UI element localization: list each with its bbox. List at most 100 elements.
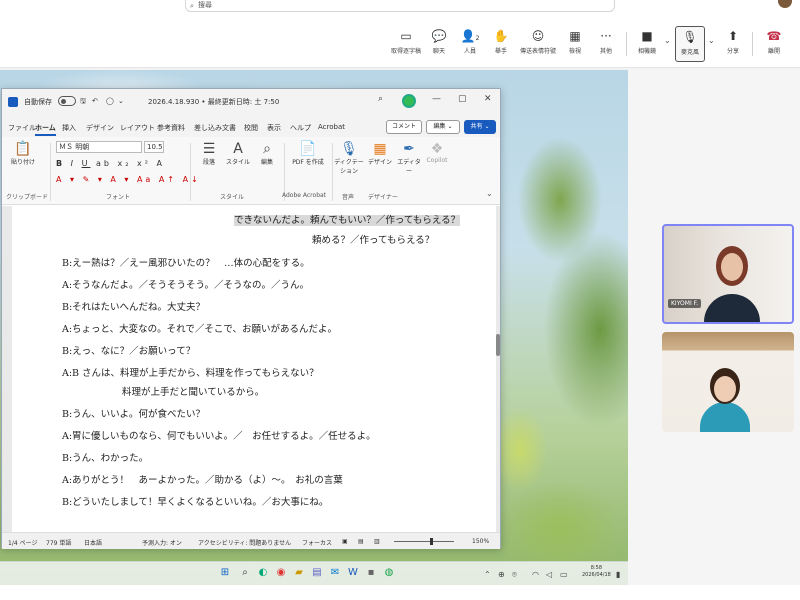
battery-icon[interactable]: ▭ (560, 570, 568, 579)
speaker-icon[interactable]: ◁ (546, 570, 552, 579)
style-button[interactable]: A スタイル (224, 141, 252, 166)
tray-chevron-icon[interactable]: ⌃ (484, 570, 491, 579)
accessibility-status[interactable]: アクセシビリティ: 問題ありません (198, 538, 291, 547)
dictation-button[interactable]: 🎙 ディクテーション (334, 141, 364, 175)
font-size-select[interactable]: 10.5 (144, 141, 164, 153)
tab-review[interactable]: 校閲 (244, 123, 258, 133)
format-buttons-row[interactable]: B I U ab x₂ x² A (56, 159, 165, 168)
document-title[interactable]: 2026.4.18.930 • 最終更新日時: 土 7:50 (148, 97, 279, 107)
notification-icon[interactable]: ▮ (616, 570, 620, 579)
page-count[interactable]: 1/4 ページ (8, 538, 37, 547)
tab-help[interactable]: ヘルプ (290, 123, 311, 133)
focus-button[interactable]: フォーカス (302, 538, 332, 547)
line-app-icon[interactable]: ◍ (382, 566, 396, 580)
file-explorer-icon[interactable]: ▰ (292, 566, 306, 580)
tab-references[interactable]: 参考資料 (157, 123, 185, 133)
word-count[interactable]: 779 単語 (46, 538, 71, 547)
doc-line: 頼める？／作ってもらえる？ (312, 235, 435, 246)
word-share-label: 共有 (470, 123, 483, 130)
chat-button[interactable]: 💬 聊天 (424, 26, 454, 62)
font-name-select[interactable]: ＭＳ 明朝 (56, 141, 142, 153)
teams-icon[interactable]: ▤ (310, 566, 324, 580)
tab-view[interactable]: 表示 (267, 123, 281, 133)
tab-file[interactable]: ファイル (8, 123, 36, 133)
read-mode-icon[interactable]: ▣ (342, 538, 348, 545)
edit-mode-label: 編集 (433, 123, 446, 130)
save-icon[interactable]: 🖫 (80, 97, 86, 108)
close-icon[interactable]: ✕ (484, 94, 492, 104)
react-button[interactable]: ☺ 傳送表情符號 (520, 26, 556, 62)
camera-options-chevron-icon[interactable]: ⌄ (664, 36, 671, 45)
document-page[interactable]: できないんだよ。頼んでもいい？／作ってもらえる？ 頼める？／作ってもらえる？ B… (12, 206, 496, 532)
word-icon[interactable]: W (346, 566, 360, 580)
search-input[interactable]: ⌕ 搜尋 (185, 0, 615, 12)
web-layout-icon[interactable]: ▥ (374, 538, 380, 545)
share-button[interactable]: ⬆ 分享 (718, 26, 748, 62)
windows-start-icon[interactable]: ⊞ (218, 566, 232, 580)
editor-label: エディター (397, 159, 421, 175)
ribbon-divider (332, 143, 333, 201)
avatar[interactable] (402, 94, 416, 108)
participant-body (704, 294, 760, 322)
mic-button[interactable]: 🎙 麥克風 (675, 26, 705, 62)
transcript-button[interactable]: ▭ 取得逐字稿 (391, 26, 421, 62)
chrome-icon[interactable]: ◉ (274, 566, 288, 580)
camera-button[interactable]: ■ 相機鏡 (632, 26, 662, 62)
tab-insert[interactable]: 挿入 (62, 123, 76, 133)
acrobat-group-label: Adobe Acrobat (282, 192, 327, 199)
leave-label: 離開 (767, 48, 780, 55)
text-prediction-status[interactable]: 予測入力: オン (142, 538, 182, 547)
participant-face (714, 376, 736, 402)
paragraph-button[interactable]: ☰ 段落 (196, 141, 222, 166)
quick-access-chevron-icon[interactable]: ⌄ (118, 97, 124, 105)
undo-icon[interactable]: ↶ (92, 97, 98, 105)
raise-hand-button[interactable]: ✋ 舉手 (486, 26, 516, 62)
tab-design[interactable]: デザイン (86, 123, 114, 133)
create-pdf-button[interactable]: 📄 PDF を作成 (290, 141, 326, 166)
view-button[interactable]: ▦ 檢視 (560, 26, 590, 62)
ribbon-collapse-chevron-icon[interactable]: ⌄ (486, 189, 493, 198)
app-icon[interactable]: ▪ (364, 566, 378, 580)
search-icon[interactable]: ⌕ (238, 566, 252, 580)
avatar[interactable] (778, 0, 792, 8)
paste-button[interactable]: 📋 貼り付け (8, 141, 38, 166)
document-scrollbar[interactable] (496, 334, 500, 356)
editor-button[interactable]: ✒ エディター (396, 141, 422, 175)
more-button[interactable]: ··· 其他 (591, 26, 621, 62)
mic-options-chevron-icon[interactable]: ⌄ (708, 36, 715, 45)
edge-icon[interactable]: ◐ (256, 566, 270, 580)
people-icon: 👤2 (460, 29, 480, 43)
edit-mode-button[interactable]: 編集 ⌄ (426, 120, 460, 134)
outlook-icon[interactable]: ✉ (328, 566, 342, 580)
tab-mailings[interactable]: 差し込み文書 (194, 123, 236, 133)
autosave-toggle[interactable] (58, 96, 76, 106)
tab-acrobat[interactable]: Acrobat (318, 123, 345, 131)
zoom-level[interactable]: 150% (472, 538, 489, 545)
network-icon[interactable]: ⊕ (498, 570, 505, 579)
zoom-slider[interactable] (394, 541, 454, 542)
tab-layout[interactable]: レイアウト (120, 123, 155, 133)
people-button[interactable]: 👤2 人員 (455, 26, 485, 62)
print-layout-icon[interactable]: ▤ (358, 538, 364, 545)
search-icon[interactable]: ⌕ (378, 94, 383, 104)
word-share-button[interactable]: 共有 ⌄ (464, 120, 496, 134)
redo-icon[interactable]: ◯ (106, 97, 114, 105)
wifi-icon[interactable]: ◠ (532, 570, 539, 579)
color-buttons-row[interactable]: A ▾ ✎ ▾ A ▾ Aa A↑ A↓ (56, 175, 201, 184)
editing-button[interactable]: ⌕ 編集 (254, 141, 280, 166)
copilot-button[interactable]: ❖ Copilot (424, 141, 450, 164)
designer-button[interactable]: ▦ デザイン (368, 141, 392, 166)
comment-button[interactable]: コメント (386, 120, 422, 134)
document-area[interactable]: できないんだよ。頼んでもいい？／作ってもらえる？ 頼める？／作ってもらえる？ B… (2, 206, 500, 532)
leave-button[interactable]: ☎ 離開 (759, 26, 789, 62)
participant-video-tile[interactable]: KIYOMI F. (662, 224, 794, 324)
language-status[interactable]: 日本語 (84, 538, 102, 547)
location-icon[interactable]: ⌾ (512, 570, 517, 580)
participant-video-tile[interactable] (662, 332, 794, 432)
word-title-bar: 自動保存 🖫 ↶ ◯ ⌄ 2026.4.18.930 • 最終更新日時: 土 7… (2, 89, 500, 115)
minimize-icon[interactable]: — (432, 94, 441, 104)
tab-home[interactable]: ホーム (35, 123, 56, 136)
zoom-slider-thumb[interactable] (430, 538, 433, 545)
clock[interactable]: 8:58 2026/04/18 (582, 565, 611, 579)
maximize-icon[interactable]: ▢ (458, 94, 467, 104)
